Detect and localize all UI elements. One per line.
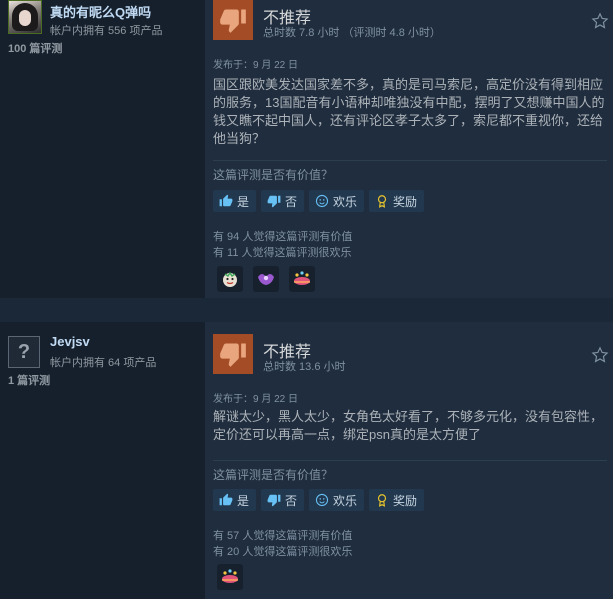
review-text: 国区跟欧美发达国家差不多，真的是司马索尼，高定价没有得到相应的服务，13国配音有… bbox=[213, 77, 605, 146]
vote-funny-label: 欢乐 bbox=[333, 493, 358, 508]
helpful-question: 这篇评测是否有价值？ bbox=[213, 468, 334, 482]
avatar[interactable]: ? bbox=[8, 336, 40, 368]
star-icon[interactable] bbox=[591, 346, 609, 364]
review-count[interactable]: 1 篇评测 bbox=[8, 372, 50, 388]
review-username[interactable]: 真的有昵么Q弹吗 bbox=[50, 2, 151, 21]
products-owned[interactable]: 帐户内拥有 64 项产品 bbox=[50, 354, 156, 370]
review-panel: 不推荐 总时数 13.6 小时 发布于：9 月 22 日 解谜太少，黑人太少，女… bbox=[205, 322, 613, 599]
review-card: 真的有昵么Q弹吗 帐户内拥有 556 项产品 100 篇评测 不推荐 总时数 7… bbox=[0, 0, 613, 298]
thumbs-up-icon bbox=[219, 194, 233, 207]
award-icon bbox=[377, 195, 387, 208]
thumbs-down-icon bbox=[220, 343, 246, 367]
purple-award-icon[interactable] bbox=[253, 266, 279, 292]
face-award-icon[interactable] bbox=[217, 266, 243, 292]
helpful-count: 有 57 人觉得这篇评测有价值 bbox=[213, 530, 353, 542]
vote-funny-label: 欢乐 bbox=[333, 194, 358, 209]
vote-buttons: 是 否 欢乐 奖励 bbox=[213, 190, 425, 212]
vote-no-button[interactable]: 否 bbox=[261, 489, 305, 511]
award-icon bbox=[377, 494, 387, 507]
review-panel: 不推荐 总时数 7.8 小时 （评测时 4.8 小时） 发布于：9 月 22 日… bbox=[205, 0, 613, 298]
funny-count: 有 20 人觉得这篇评测很欢乐 bbox=[213, 546, 353, 558]
posted-date: 发布于：9 月 22 日 bbox=[213, 60, 299, 71]
awards-row bbox=[217, 266, 315, 292]
posted-date: 发布于：9 月 22 日 bbox=[213, 394, 299, 405]
funny-count: 有 11 人觉得这篇评测很欢乐 bbox=[213, 247, 352, 259]
vote-funny-button[interactable]: 欢乐 bbox=[309, 190, 365, 212]
helpful-count: 有 94 人觉得这篇评测有价值 bbox=[213, 231, 353, 243]
vote-buttons: 是 否 欢乐 奖励 bbox=[213, 489, 425, 511]
playtime: 总时数 13.6 小时 bbox=[263, 361, 346, 373]
star-icon[interactable] bbox=[591, 12, 609, 30]
review-card: ? Jevjsv 帐户内拥有 64 项产品 1 篇评测 不推荐 总时数 13.6… bbox=[0, 322, 613, 599]
award-label: 奖励 bbox=[393, 194, 418, 209]
divider bbox=[213, 460, 607, 461]
vote-yes-button[interactable]: 是 bbox=[213, 489, 257, 511]
award-label: 奖励 bbox=[393, 493, 418, 508]
playtime: 总时数 7.8 小时 （评测时 4.8 小时） bbox=[263, 27, 441, 39]
party-award-icon[interactable] bbox=[217, 564, 243, 590]
avatar[interactable] bbox=[8, 0, 42, 34]
review-username[interactable]: Jevjsv bbox=[50, 334, 90, 349]
not-recommended-badge[interactable] bbox=[213, 334, 253, 374]
vote-funny-button[interactable]: 欢乐 bbox=[309, 489, 365, 511]
not-recommended-badge[interactable] bbox=[213, 0, 253, 40]
smiley-icon bbox=[315, 493, 329, 507]
vote-no-button[interactable]: 否 bbox=[261, 190, 305, 212]
helpful-question: 这篇评测是否有价值？ bbox=[213, 168, 334, 182]
vote-yes-label: 是 bbox=[237, 493, 250, 508]
review-count[interactable]: 100 篇评测 bbox=[8, 40, 62, 56]
review-text: 解谜太少，黑人太少，女角色太好看了，不够多元化，没有包容性，定价还可以再高一点，… bbox=[213, 409, 604, 442]
vote-yes-button[interactable]: 是 bbox=[213, 190, 257, 212]
thumbs-down-icon bbox=[267, 494, 281, 507]
thumbs-down-icon bbox=[267, 195, 281, 208]
vote-no-label: 否 bbox=[285, 194, 298, 209]
smiley-icon bbox=[315, 194, 329, 208]
thumbs-up-icon bbox=[219, 493, 233, 506]
products-owned[interactable]: 帐户内拥有 556 项产品 bbox=[50, 22, 162, 38]
party-award-icon[interactable] bbox=[289, 266, 315, 292]
awards-row bbox=[217, 564, 243, 590]
award-button[interactable]: 奖励 bbox=[369, 190, 425, 212]
divider bbox=[213, 160, 607, 161]
award-button[interactable]: 奖励 bbox=[369, 489, 425, 511]
vote-yes-label: 是 bbox=[237, 194, 250, 209]
vote-no-label: 否 bbox=[285, 493, 298, 508]
thumbs-down-icon bbox=[220, 9, 246, 33]
review-separator bbox=[0, 298, 613, 322]
